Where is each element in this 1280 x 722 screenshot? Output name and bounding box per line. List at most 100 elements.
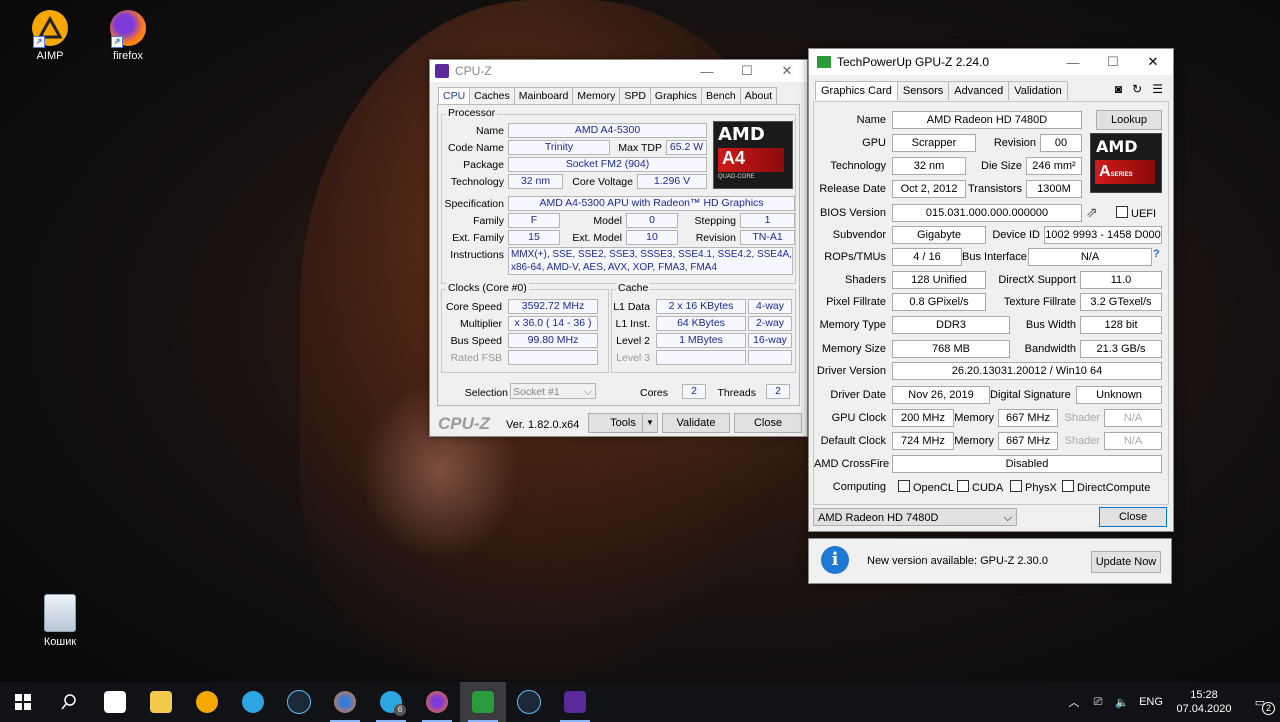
volume-icon[interactable]: 🔈 <box>1110 696 1134 709</box>
gpuz-toolbar: ◙ ↻ ☰ <box>1115 82 1163 96</box>
tab-graphics-card[interactable]: Graphics Card <box>815 81 898 100</box>
cpuz-titlebar[interactable]: CPU-Z — ☐ ✕ <box>430 60 807 82</box>
tab-validation[interactable]: Validation <box>1008 81 1068 100</box>
network-icon[interactable]: ⎚ <box>1086 696 1110 709</box>
amd-logo-text: AMD <box>1096 137 1138 156</box>
gpuclock-field: 200 MHz <box>892 409 954 427</box>
gpu-name-field: AMD Radeon HD 7480D <box>892 111 1082 129</box>
taskbar-app-steam[interactable] <box>276 682 322 722</box>
gpuclock-label: GPU Clock <box>831 412 886 424</box>
search-button[interactable] <box>46 682 92 722</box>
taskbar-app-explorer[interactable] <box>138 682 184 722</box>
technology-field: 32 nm <box>892 157 966 175</box>
group-title: Clocks (Core #0) <box>446 282 529 294</box>
taskbar-app-telegram-running[interactable]: 6 <box>368 682 414 722</box>
corespeed-label: Core Speed <box>445 301 502 313</box>
taskbar-app-aimp[interactable] <box>184 682 230 722</box>
physx-checkbox[interactable]: PhysX <box>1010 480 1057 494</box>
memory-label: Memory <box>954 412 994 424</box>
deviceid-label: Device ID <box>992 229 1040 241</box>
validate-button[interactable]: Validate <box>662 413 730 433</box>
language-indicator[interactable]: ENG <box>1134 696 1168 708</box>
camera-icon[interactable]: ◙ <box>1115 82 1122 96</box>
l1inst-field: 64 KBytes <box>656 316 746 331</box>
desktop-icon-recycle-bin[interactable]: Кошик <box>25 594 95 648</box>
amd-a4-logo: AMD A4 QUAD-CORE <box>713 121 793 189</box>
tab-bench[interactable]: Bench <box>700 87 741 104</box>
minimize-button[interactable]: — <box>1053 49 1093 75</box>
minimize-button[interactable]: — <box>687 60 727 82</box>
cuda-checkbox[interactable]: CUDA <box>957 480 1003 494</box>
ratedfsb-label: Rated FSB <box>450 352 502 364</box>
close-window-button[interactable]: ✕ <box>767 60 807 82</box>
menu-icon[interactable]: ☰ <box>1152 82 1163 96</box>
taskbar-app-steam-2[interactable] <box>506 682 552 722</box>
tab-cpu[interactable]: CPU <box>438 87 471 104</box>
update-now-button[interactable]: Update Now <box>1091 551 1161 573</box>
gpuz-tab-panel: Name AMD Radeon HD 7480D Lookup GPU Scra… <box>813 101 1169 505</box>
taskbar-app-telegram[interactable] <box>230 682 276 722</box>
system-tray: ︿ ⎚ 🔈 ENG 15:28 07.04.2020 ▭ 2 <box>1062 682 1280 722</box>
tab-spd[interactable]: SPD <box>619 87 651 104</box>
lookup-button[interactable]: Lookup <box>1096 110 1162 130</box>
texturefill-field: 3.2 GTexel/s <box>1080 293 1162 311</box>
notification-center-button[interactable]: ▭ 2 <box>1240 696 1280 715</box>
checkbox-icon <box>1062 480 1074 492</box>
desktop-icon-aimp[interactable]: ↗ AIMP <box>15 10 85 62</box>
tab-about[interactable]: About <box>739 87 778 104</box>
bandwidth-label: Bandwidth <box>1024 343 1076 355</box>
buswidth-field: 128 bit <box>1080 316 1162 334</box>
desktop-icon-firefox[interactable]: ↗ firefox <box>93 10 163 62</box>
gpuz-titlebar[interactable]: TechPowerUp GPU-Z 2.24.0 — ☐ ✕ <box>809 49 1173 75</box>
tab-graphics[interactable]: Graphics <box>649 87 702 104</box>
transistors-label: Transistors <box>968 183 1022 195</box>
start-button[interactable] <box>0 682 46 722</box>
card-select[interactable]: AMD Radeon HD 7480D ⌵ <box>813 508 1017 526</box>
businterface-label: Bus Interface <box>962 251 1027 263</box>
cores-field: 2 <box>682 384 706 399</box>
taskbar-app-firefox-dev[interactable] <box>322 682 368 722</box>
tab-memory[interactable]: Memory <box>572 87 621 104</box>
close-window-button[interactable]: ✕ <box>1133 49 1173 75</box>
taskbar-app-firefox[interactable] <box>414 682 460 722</box>
socket-select[interactable]: Socket #1 ⌵ <box>510 383 596 399</box>
buswidth-label: Bus Width <box>1025 319 1076 331</box>
share-icon[interactable]: ⇗ <box>1086 204 1098 221</box>
tab-advanced[interactable]: Advanced <box>948 81 1010 100</box>
tab-sensors[interactable]: Sensors <box>896 81 950 100</box>
cpuz-tabs: CPU Caches Mainboard Memory SPD Graphics… <box>438 87 778 104</box>
desktop-icon-label: AIMP <box>36 50 64 62</box>
tab-mainboard[interactable]: Mainboard <box>513 87 574 104</box>
a4-badge: A4 <box>718 148 784 172</box>
family-label: Family <box>473 215 504 227</box>
directx-field: 11.0 <box>1080 271 1162 289</box>
rops-label: ROPs/TMUs <box>824 251 886 263</box>
tab-caches[interactable]: Caches <box>469 87 515 104</box>
busspeed-label: Bus Speed <box>450 335 502 347</box>
maximize-button[interactable]: ☐ <box>727 60 767 82</box>
tools-button[interactable]: Tools ▼ <box>588 413 658 433</box>
clock[interactable]: 15:28 07.04.2020 <box>1168 688 1240 716</box>
taskbar-app-cpuz[interactable] <box>552 682 598 722</box>
dropdown-arrow-icon[interactable]: ▼ <box>642 414 657 432</box>
cpuz-version: Ver. 1.82.0.x64 <box>506 419 580 431</box>
revision-field: 00 <box>1040 134 1082 152</box>
gpuz-icon <box>472 691 494 713</box>
help-icon[interactable]: ? <box>1153 248 1160 260</box>
diesize-label: Die Size <box>981 160 1022 172</box>
maximize-button[interactable]: ☐ <box>1093 49 1133 75</box>
uefi-checkbox[interactable]: UEFI <box>1116 206 1156 220</box>
info-icon: i <box>821 546 849 574</box>
directcompute-checkbox[interactable]: DirectCompute <box>1062 480 1150 494</box>
taskbar-app-gpuz[interactable] <box>460 682 506 722</box>
pixelfill-label: Pixel Fillrate <box>826 296 886 308</box>
bios-label: BIOS Version <box>819 207 886 219</box>
close-button[interactable]: Close <box>734 413 802 433</box>
chevron-up-icon[interactable]: ︿ <box>1062 694 1086 710</box>
taskbar-app-dns[interactable] <box>92 682 138 722</box>
steam-icon <box>517 690 541 714</box>
refresh-icon[interactable]: ↻ <box>1132 82 1142 96</box>
chevron-down-icon: ⌵ <box>1003 512 1012 524</box>
close-button[interactable]: Close <box>1099 507 1167 527</box>
opencl-checkbox[interactable]: OpenCL <box>898 480 954 494</box>
